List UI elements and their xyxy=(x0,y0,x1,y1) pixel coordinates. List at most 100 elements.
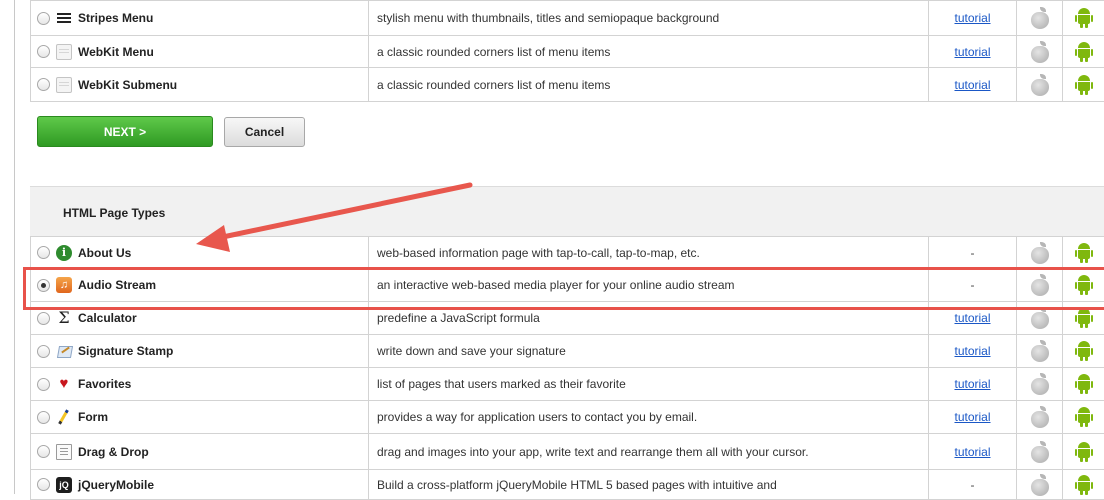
android-icon xyxy=(1075,274,1093,296)
android-cell xyxy=(1063,1,1104,36)
page-description: write down and save your signature xyxy=(369,335,929,368)
apple-icon xyxy=(1030,373,1050,395)
page-description: a classic rounded corners list of menu i… xyxy=(369,68,929,102)
table-row: ♥ Favorites list of pages that users marke… xyxy=(31,368,1104,401)
table-row: WebKit Menu a classic rounded corners lis… xyxy=(31,36,1104,68)
radio-button[interactable] xyxy=(37,45,50,58)
sigma-icon: Σ xyxy=(56,310,72,326)
page-name-cell: jQjQueryMobile xyxy=(31,470,369,500)
page-name-cell: ♫ Audio Stream xyxy=(31,269,369,302)
tutorial-cell: tutorial xyxy=(929,302,1017,335)
radio-button[interactable] xyxy=(37,378,50,391)
page-name-cell: Signature Stamp xyxy=(31,335,369,368)
tutorial-link[interactable]: tutorial xyxy=(954,311,990,325)
next-button[interactable]: NEXT > xyxy=(37,116,213,147)
tutorial-link[interactable]: tutorial xyxy=(954,410,990,424)
page-description: stylish menu with thumbnails, titles and… xyxy=(369,1,929,36)
webkit-menu-icon xyxy=(56,77,72,93)
tutorial-link[interactable]: tutorial xyxy=(954,11,990,25)
android-cell xyxy=(1063,401,1104,434)
section-title: HTML Page Types xyxy=(63,206,165,220)
table-row: Formprovides a way for application users… xyxy=(31,401,1104,434)
page-description: provides a way for application users to … xyxy=(369,401,929,434)
page-name-label: Calculator xyxy=(78,311,137,325)
radio-button[interactable] xyxy=(37,78,50,91)
table-row: Drag & Dropdrag and images into your app… xyxy=(31,434,1104,470)
section-header: HTML Page Types xyxy=(30,186,1104,236)
page-name-cell: Stripes Menu xyxy=(31,1,369,36)
page-description: Build a cross-platform jQueryMobile HTML… xyxy=(369,470,929,500)
tutorial-cell: tutorial xyxy=(929,434,1017,470)
android-cell xyxy=(1063,237,1104,269)
ios-cell xyxy=(1017,1,1063,36)
android-icon xyxy=(1075,307,1093,329)
android-icon xyxy=(1075,41,1093,63)
apple-icon xyxy=(1030,340,1050,362)
tutorial-link[interactable]: tutorial xyxy=(954,45,990,59)
page-description: web-based information page with tap-to-c… xyxy=(369,237,929,269)
tutorial-unavailable: - xyxy=(971,278,975,292)
info-icon: i xyxy=(56,245,72,261)
ios-cell xyxy=(1017,401,1063,434)
ios-cell xyxy=(1017,68,1063,102)
android-icon xyxy=(1075,441,1093,463)
page-description: an interactive web-based media player fo… xyxy=(369,269,929,302)
radio-button[interactable] xyxy=(37,12,50,25)
page-name-cell: Σ Calculator xyxy=(31,302,369,335)
page-name-label: About Us xyxy=(78,246,131,260)
page-description: list of pages that users marked as their… xyxy=(369,368,929,401)
page-name-label: Drag & Drop xyxy=(78,445,149,459)
apple-icon xyxy=(1030,41,1050,63)
android-icon xyxy=(1075,7,1093,29)
ios-cell xyxy=(1017,237,1063,269)
page-name-cell: Drag & Drop xyxy=(31,434,369,470)
menu-types-table: Stripes Menustylish menu with thumbnails… xyxy=(30,0,1104,102)
tutorial-link[interactable]: tutorial xyxy=(954,445,990,459)
android-cell xyxy=(1063,368,1104,401)
page-name-label: Audio Stream xyxy=(78,278,156,292)
tutorial-cell: - xyxy=(929,237,1017,269)
page-name-label: Favorites xyxy=(78,377,131,391)
tutorial-cell: - xyxy=(929,269,1017,302)
jquerymobile-icon: jQ xyxy=(56,477,72,493)
android-cell xyxy=(1063,36,1104,68)
tutorial-cell: tutorial xyxy=(929,1,1017,36)
android-cell xyxy=(1063,269,1104,302)
radio-button[interactable] xyxy=(37,246,50,259)
page-name-label: WebKit Menu xyxy=(78,45,154,59)
apple-icon xyxy=(1030,474,1050,496)
tutorial-cell: tutorial xyxy=(929,368,1017,401)
signature-icon xyxy=(56,343,72,359)
radio-button[interactable] xyxy=(37,411,50,424)
tutorial-link[interactable]: tutorial xyxy=(954,78,990,92)
radio-button[interactable] xyxy=(37,445,50,458)
radio-button[interactable] xyxy=(37,478,50,491)
android-cell xyxy=(1063,434,1104,470)
ios-cell xyxy=(1017,470,1063,500)
apple-icon xyxy=(1030,406,1050,428)
radio-button[interactable] xyxy=(37,345,50,358)
cancel-button[interactable]: Cancel xyxy=(224,117,305,147)
tutorial-link[interactable]: tutorial xyxy=(954,377,990,391)
table-row: WebKit Submenua classic rounded corners … xyxy=(31,68,1104,102)
tutorial-cell: tutorial xyxy=(929,401,1017,434)
tutorial-link[interactable]: tutorial xyxy=(954,344,990,358)
apple-icon xyxy=(1030,441,1050,463)
android-cell xyxy=(1063,302,1104,335)
heart-icon: ♥ xyxy=(56,376,72,392)
page-name-cell: ♥ Favorites xyxy=(31,368,369,401)
webkit-menu-icon xyxy=(56,44,72,60)
page-name-cell: i About Us xyxy=(31,237,369,269)
apple-icon xyxy=(1030,307,1050,329)
audio-icon: ♫ xyxy=(56,277,72,293)
stripes-icon xyxy=(56,10,72,26)
android-cell xyxy=(1063,470,1104,500)
ios-cell xyxy=(1017,36,1063,68)
page-name-cell: WebKit Menu xyxy=(31,36,369,68)
page-types-table: i About Us web-based information page with… xyxy=(30,236,1104,500)
radio-button[interactable] xyxy=(37,312,50,325)
ios-cell xyxy=(1017,335,1063,368)
radio-button[interactable] xyxy=(37,279,50,292)
android-cell xyxy=(1063,335,1104,368)
page-description: a classic rounded corners list of menu i… xyxy=(369,36,929,68)
